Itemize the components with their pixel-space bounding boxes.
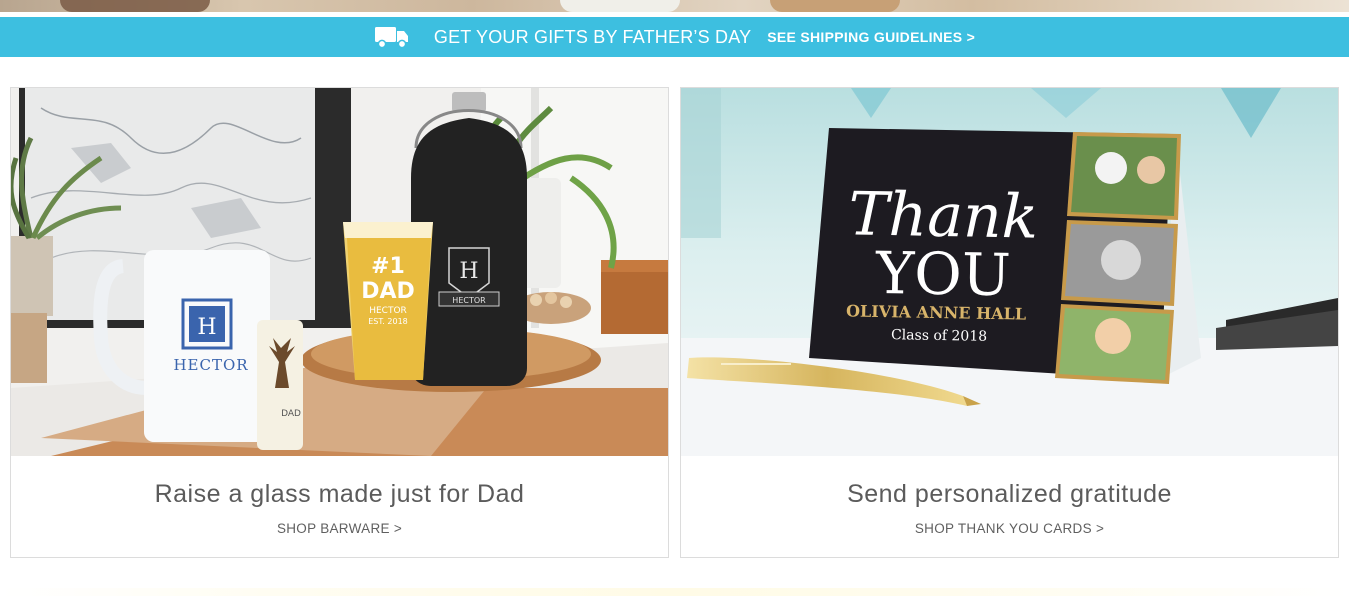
- card-caption: Raise a glass made just for Dad: [154, 480, 525, 508]
- shop-thank-you-cards-link[interactable]: SHOP THANK YOU CARDS >: [681, 521, 1338, 536]
- thank-you-card-illustration: Thank YOU OLIVIA ANNE HALL Class of 2018: [681, 88, 1338, 456]
- barware-illustration: H HECTOR #1 DAD HECTOR EST. 2018 H HECTO…: [11, 88, 668, 456]
- hero-image-fragment: [60, 0, 210, 12]
- card-caption: Send personalized gratitude: [847, 480, 1172, 508]
- glass-est: EST. 2018: [368, 317, 408, 326]
- shop-barware-link[interactable]: SHOP BARWARE >: [11, 521, 668, 536]
- growler-name: HECTOR: [452, 296, 486, 305]
- thank-you-cards-promo-card[interactable]: Thank YOU OLIVIA ANNE HALL Class of 2018…: [680, 87, 1339, 558]
- shipping-guidelines-link[interactable]: SEE SHIPPING GUIDELINES >: [767, 29, 975, 45]
- barware-promo-card[interactable]: H HECTOR #1 DAD HECTOR EST. 2018 H HECTO…: [10, 87, 669, 558]
- shipping-promo-banner[interactable]: GET YOUR GIFTS BY FATHER’S DAY SEE SHIPP…: [0, 17, 1349, 57]
- thank-you-card-photo[interactable]: Thank YOU OLIVIA ANNE HALL Class of 2018: [681, 88, 1338, 456]
- growler-monogram: H: [459, 259, 478, 284]
- hero-image-fragment: [770, 0, 900, 12]
- hero-image-bottom-edge: [0, 0, 1349, 12]
- card-class: Class of 2018: [891, 327, 987, 345]
- barware-photo[interactable]: H HECTOR #1 DAD HECTOR EST. 2018 H HECTO…: [11, 88, 668, 456]
- mug-name: HECTOR: [173, 356, 248, 374]
- card-you: YOU: [874, 239, 1011, 309]
- glass-dad: DAD: [361, 279, 415, 304]
- glass-name: HECTOR: [369, 306, 407, 316]
- shot-glass-label: DAD: [281, 409, 301, 419]
- truck-icon: [374, 27, 408, 49]
- card-name: OLIVIA ANNE HALL: [846, 301, 1026, 323]
- mug-monogram: H: [197, 315, 216, 340]
- next-section-edge: [0, 588, 1349, 596]
- promo-text: GET YOUR GIFTS BY FATHER’S DAY: [433, 26, 752, 47]
- hero-image-fragment: [560, 0, 680, 12]
- glass-number: #1: [371, 254, 405, 279]
